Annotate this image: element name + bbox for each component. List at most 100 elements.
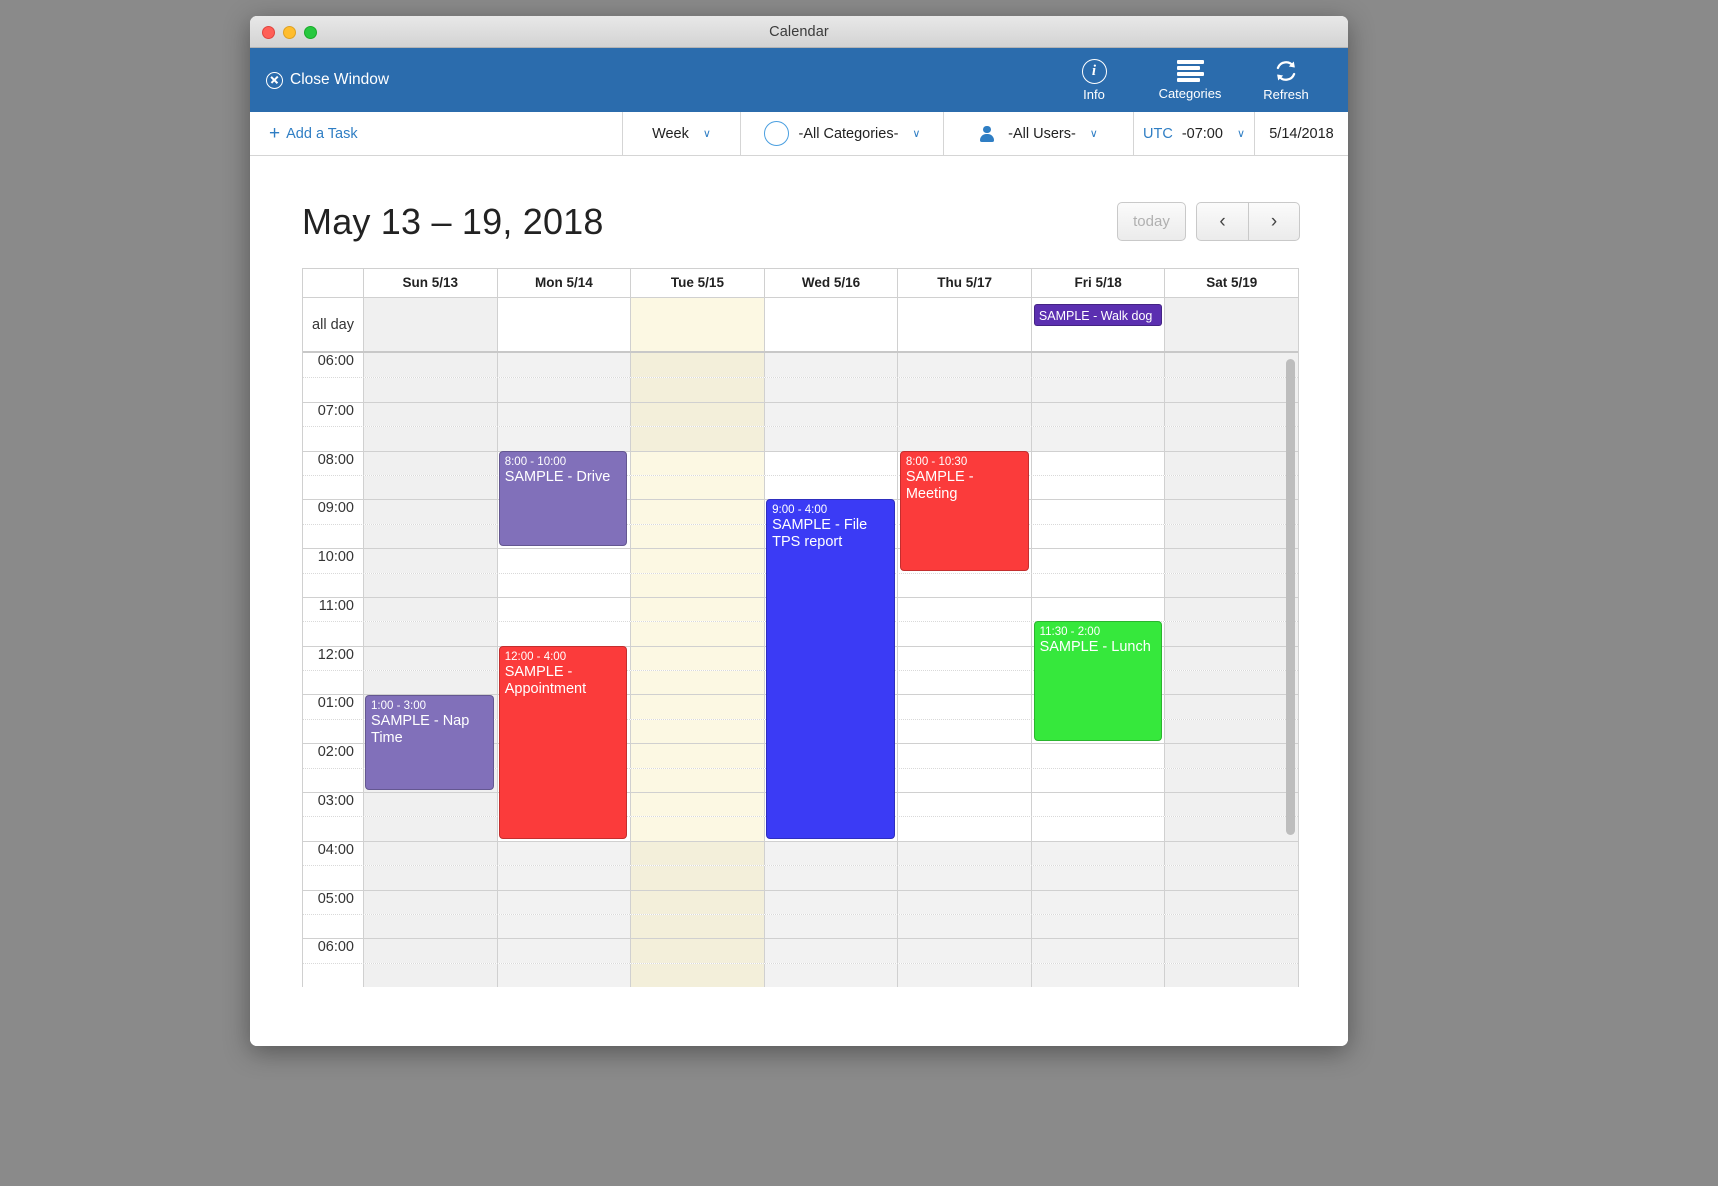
slot-d5-r25[interactable]: [1030, 963, 1165, 988]
slot-d0-r24[interactable]: [363, 939, 497, 963]
slot-d2-r21[interactable]: [630, 866, 764, 890]
view-selector[interactable]: Week ∨: [623, 112, 741, 155]
slot-d4-r25[interactable]: [897, 963, 1031, 988]
slot-d6-r24[interactable]: [1164, 939, 1299, 963]
slot-d5-r22[interactable]: [1030, 890, 1165, 914]
user-selector[interactable]: -All Users- ∨: [944, 112, 1134, 155]
slot-d3-r20[interactable]: [763, 841, 898, 866]
slot-d6-r25[interactable]: [1164, 963, 1299, 988]
all-day-cell-2[interactable]: [630, 298, 764, 351]
slot-d6-r14[interactable]: [1164, 695, 1299, 719]
slot-d6-r7[interactable]: [1164, 524, 1299, 549]
slot-d4-r2[interactable]: [897, 402, 1031, 427]
slot-d3-r22[interactable]: [763, 890, 898, 914]
slot-d5-r9[interactable]: [1030, 573, 1165, 597]
slot-d6-r17[interactable]: [1164, 768, 1299, 793]
slot-d6-r15[interactable]: [1164, 719, 1299, 744]
all-day-cell-1[interactable]: [496, 298, 631, 351]
slot-d2-r10[interactable]: [630, 597, 764, 622]
slot-d3-r21[interactable]: [763, 866, 898, 890]
slot-d2-r20[interactable]: [630, 841, 764, 866]
all-day-event[interactable]: SAMPLE - Walk dog: [1033, 304, 1163, 326]
scrollbar-thumb[interactable]: [1286, 359, 1295, 835]
refresh-button[interactable]: Refresh: [1238, 58, 1334, 102]
slot-d0-r1[interactable]: [363, 378, 497, 402]
slot-d4-r23[interactable]: [897, 914, 1031, 939]
slot-d3-r0[interactable]: [763, 353, 898, 378]
slot-d2-r6[interactable]: [630, 500, 764, 524]
slot-d4-r11[interactable]: [897, 622, 1031, 646]
slot-d2-r3[interactable]: [630, 427, 764, 451]
calendar-event[interactable]: 1:00 - 3:00 SAMPLE - Nap Time: [365, 694, 494, 791]
slot-d6-r6[interactable]: [1164, 500, 1299, 524]
minimize-window-button[interactable]: [283, 25, 296, 39]
slot-d0-r6[interactable]: [363, 500, 497, 524]
slot-d5-r19[interactable]: [1030, 817, 1165, 841]
slot-d1-r23[interactable]: [496, 914, 631, 939]
slot-d5-r8[interactable]: [1030, 549, 1165, 573]
slot-d6-r9[interactable]: [1164, 573, 1299, 597]
slot-d4-r18[interactable]: [897, 793, 1031, 817]
all-day-cell-3[interactable]: [763, 298, 898, 351]
calendar-event[interactable]: 8:00 - 10:00 SAMPLE - Drive: [498, 450, 628, 547]
slot-d3-r3[interactable]: [763, 427, 898, 451]
slot-d6-r21[interactable]: [1164, 866, 1299, 890]
slot-d5-r4[interactable]: [1030, 451, 1165, 475]
slot-d6-r19[interactable]: [1164, 817, 1299, 841]
slot-d4-r10[interactable]: [897, 597, 1031, 622]
slot-d6-r5[interactable]: [1164, 475, 1299, 500]
slot-d0-r20[interactable]: [363, 841, 497, 866]
slot-d0-r5[interactable]: [363, 475, 497, 500]
slot-d5-r17[interactable]: [1030, 768, 1165, 793]
slot-d2-r0[interactable]: [630, 353, 764, 378]
categories-button[interactable]: Categories: [1142, 59, 1238, 101]
slot-d5-r21[interactable]: [1030, 866, 1165, 890]
slot-d0-r21[interactable]: [363, 866, 497, 890]
slot-d0-r4[interactable]: [363, 451, 497, 475]
date-field[interactable]: 5/14/2018: [1255, 112, 1348, 155]
slot-d0-r9[interactable]: [363, 573, 497, 597]
slot-d5-r20[interactable]: [1030, 841, 1165, 866]
slot-d2-r12[interactable]: [630, 646, 764, 671]
slot-d0-r18[interactable]: [363, 793, 497, 817]
slot-d4-r21[interactable]: [897, 866, 1031, 890]
maximize-window-button[interactable]: [304, 25, 317, 39]
all-day-cell-5[interactable]: SAMPLE - Walk dog: [1030, 298, 1165, 351]
slot-d0-r25[interactable]: [363, 963, 497, 988]
slot-d0-r23[interactable]: [363, 914, 497, 939]
slot-d5-r7[interactable]: [1030, 524, 1165, 549]
slot-d2-r11[interactable]: [630, 622, 764, 646]
slot-d4-r17[interactable]: [897, 768, 1031, 793]
slot-d1-r22[interactable]: [496, 890, 631, 914]
slot-d2-r1[interactable]: [630, 378, 764, 402]
slot-d6-r8[interactable]: [1164, 549, 1299, 573]
slot-d3-r23[interactable]: [763, 914, 898, 939]
slot-d4-r3[interactable]: [897, 427, 1031, 451]
slot-d2-r24[interactable]: [630, 939, 764, 963]
slot-d0-r19[interactable]: [363, 817, 497, 841]
slot-d6-r22[interactable]: [1164, 890, 1299, 914]
slot-d1-r0[interactable]: [496, 353, 631, 378]
category-selector[interactable]: -All Categories- ∨: [741, 112, 944, 155]
slot-d4-r0[interactable]: [897, 353, 1031, 378]
slot-d6-r13[interactable]: [1164, 671, 1299, 695]
slot-d6-r11[interactable]: [1164, 622, 1299, 646]
slot-d2-r15[interactable]: [630, 719, 764, 744]
slot-d2-r13[interactable]: [630, 671, 764, 695]
slot-d1-r9[interactable]: [496, 573, 631, 597]
slot-d4-r24[interactable]: [897, 939, 1031, 963]
slot-d5-r6[interactable]: [1030, 500, 1165, 524]
slot-d1-r24[interactable]: [496, 939, 631, 963]
slot-d5-r3[interactable]: [1030, 427, 1165, 451]
slot-d2-r23[interactable]: [630, 914, 764, 939]
slot-d1-r2[interactable]: [496, 402, 631, 427]
slot-d6-r3[interactable]: [1164, 427, 1299, 451]
slot-d4-r12[interactable]: [897, 646, 1031, 671]
slot-d4-r13[interactable]: [897, 671, 1031, 695]
slot-d5-r0[interactable]: [1030, 353, 1165, 378]
info-button[interactable]: i Info: [1046, 58, 1142, 102]
slot-d4-r9[interactable]: [897, 573, 1031, 597]
close-window-action[interactable]: Close Window: [266, 71, 389, 89]
slot-d0-r0[interactable]: [363, 353, 497, 378]
slot-d0-r12[interactable]: [363, 646, 497, 671]
